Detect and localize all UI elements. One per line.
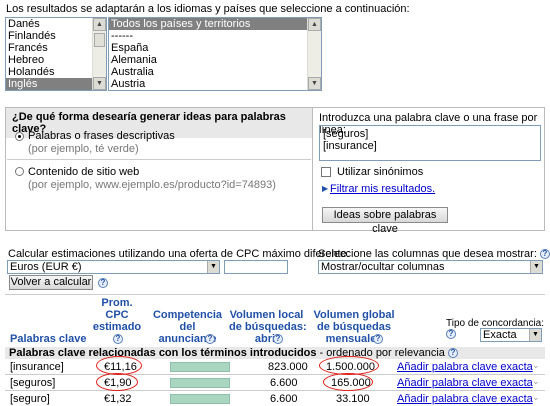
competition-bar: [170, 362, 230, 372]
language-scrollbar[interactable]: ▲ ▼: [92, 18, 106, 90]
country-option[interactable]: España: [109, 42, 321, 54]
highlight-oval: [323, 373, 373, 391]
section-title: Palabras clave relacionadas con los térm…: [9, 347, 458, 359]
keyword-cell: [insurance]: [10, 361, 64, 373]
global-volume-cell: 33.100: [336, 393, 370, 405]
col-header-local-volume[interactable]: Volumen local de búsquedas: abril: [229, 309, 307, 345]
highlight-oval: [96, 373, 138, 391]
synonyms-checkbox[interactable]: [321, 167, 331, 177]
country-option[interactable]: ------: [109, 30, 321, 42]
local-volume-cell: 823.000: [268, 361, 308, 373]
scroll-up-icon[interactable]: ▲: [93, 18, 106, 31]
language-option[interactable]: Danés: [6, 18, 106, 30]
divider: [7, 159, 311, 160]
keyword-ideas-button[interactable]: Ideas sobre palabras clave: [322, 207, 448, 235]
add-keyword-link[interactable]: Añadir palabra clave exacta: [397, 361, 533, 373]
language-option[interactable]: Holandés: [6, 66, 106, 78]
country-scrollbar[interactable]: ▲ ▼: [307, 18, 321, 90]
section-title-text: Palabras clave relacionadas con los térm…: [9, 347, 317, 359]
help-icon[interactable]: ?: [98, 278, 108, 288]
radio-website[interactable]: [15, 167, 24, 176]
col-header-cpc[interactable]: Prom. CPC estimado: [88, 297, 146, 333]
help-icon[interactable]: ?: [539, 249, 550, 260]
currency-select[interactable]: Euros (EUR €) ▼: [7, 260, 220, 274]
cpc-label: Calcular estimaciones utilizando una ofe…: [8, 248, 350, 260]
scroll-down-icon[interactable]: ▼: [93, 77, 106, 90]
columns-label: Seleccione las columnas que desea mostra…: [318, 248, 550, 260]
local-volume-cell: 6.600: [270, 377, 298, 389]
cpc-cell: €1,32: [104, 393, 132, 405]
help-icon[interactable]: ?: [446, 329, 456, 340]
chevron-down-icon[interactable]: ⌄: [532, 392, 540, 403]
radio-descriptive-label: Palabras o frases descriptivas: [28, 130, 175, 142]
help-icon[interactable]: ?: [113, 334, 123, 344]
chevron-down-icon[interactable]: ⌄: [532, 376, 540, 387]
ideas-left-column: ¿De qué forma desearía generar ideas par…: [6, 108, 313, 230]
radio-website-label: Contenido de sitio web: [28, 166, 140, 178]
add-keyword-link[interactable]: Añadir palabra clave exacta: [397, 393, 533, 405]
triangle-right-icon[interactable]: ▶: [322, 184, 328, 193]
country-listbox[interactable]: Todos los países y territorios ------ Es…: [108, 17, 322, 91]
competition-bar: [170, 394, 230, 404]
country-option[interactable]: Austria: [109, 78, 321, 90]
country-option[interactable]: Australia: [109, 66, 321, 78]
keyword-cell: [seguro]: [10, 393, 50, 405]
columns-label-text: Seleccione las columnas que desea mostra…: [318, 248, 537, 260]
help-icon[interactable]: ?: [273, 334, 283, 344]
columns-select[interactable]: Mostrar/ocultar columnas ▼: [318, 260, 543, 274]
match-type-value: Exacta: [483, 329, 517, 341]
filter-results-link[interactable]: Filtrar mis resultados.: [330, 183, 435, 195]
synonyms-label: Utilizar sinónimos: [337, 166, 424, 178]
language-option-selected[interactable]: Inglés: [6, 78, 106, 90]
keyword-cell: [seguros]: [10, 377, 56, 389]
language-listbox[interactable]: Danés Finlandés Francés Hebreo Holandés …: [5, 17, 107, 91]
col-header-keywords[interactable]: Palabras clave: [10, 333, 86, 345]
currency-select-value: Euros (EUR €): [10, 261, 82, 273]
chevron-down-icon[interactable]: ⌄: [532, 360, 540, 371]
chevron-down-icon[interactable]: ▼: [529, 329, 541, 341]
language-option[interactable]: Hebreo: [6, 54, 106, 66]
keyword-textarea[interactable]: [seguros] [insurance]: [319, 125, 541, 161]
local-volume-cell: 6.600: [270, 393, 298, 405]
ideas-panel: ¿De qué forma desearía generar ideas par…: [5, 107, 545, 235]
columns-select-value: Mostrar/ocultar columnas: [321, 261, 445, 273]
radio-website-hint: (por ejemplo, www.ejemplo.es/producto?id…: [28, 179, 276, 191]
competition-bar: [170, 378, 230, 388]
help-icon[interactable]: ?: [447, 348, 458, 359]
cpc-input[interactable]: [224, 260, 288, 274]
language-option[interactable]: Finlandés: [6, 30, 106, 42]
help-icon[interactable]: ?: [205, 334, 215, 344]
country-option[interactable]: Alemania: [109, 54, 321, 66]
divider: [5, 374, 545, 375]
divider: [5, 390, 545, 391]
recalculate-button[interactable]: Volver a calcular: [9, 275, 93, 290]
add-keyword-link[interactable]: Añadir palabra clave exacta: [397, 377, 533, 389]
language-option[interactable]: Francés: [6, 42, 106, 54]
intro-text: Los resultados se adaptarán a los idioma…: [6, 3, 410, 15]
chevron-down-icon[interactable]: ▼: [530, 261, 542, 273]
radio-descriptive-hint: (por ejemplo, té verde): [28, 143, 139, 155]
country-option-selected[interactable]: Todos los países y territorios: [109, 18, 321, 30]
chevron-down-icon[interactable]: ▼: [207, 261, 219, 273]
scroll-up-icon[interactable]: ▲: [308, 18, 321, 31]
radio-descriptive[interactable]: [15, 132, 24, 141]
scroll-thumb[interactable]: [94, 33, 105, 47]
help-icon[interactable]: ?: [373, 334, 383, 344]
match-type-select[interactable]: Exacta ▼: [480, 328, 542, 342]
scroll-down-icon[interactable]: ▼: [308, 77, 321, 90]
col-header-global-volume[interactable]: Volumen global de búsquedas mensuales: [310, 309, 398, 345]
divider: [5, 294, 545, 295]
